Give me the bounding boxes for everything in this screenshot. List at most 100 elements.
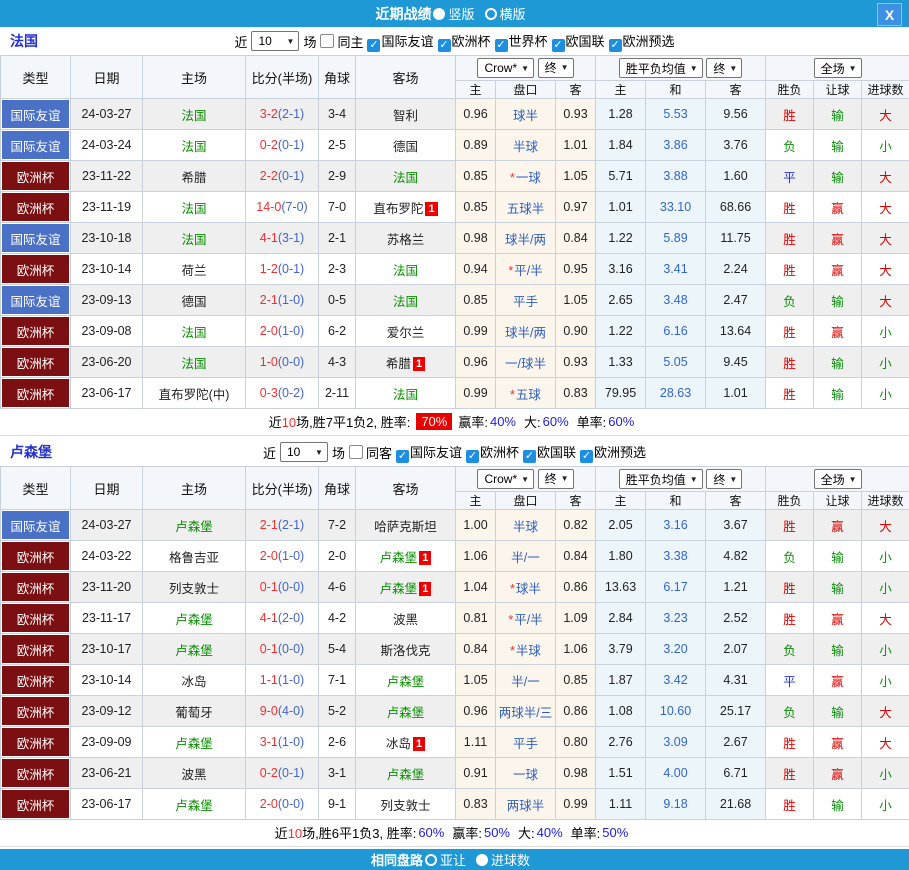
games-count-select[interactable]: 10▼: [251, 31, 299, 51]
handicap-away-odds: 1.01: [556, 130, 596, 161]
away-team[interactable]: 卢森堡: [356, 758, 456, 789]
competition-filter-label[interactable]: 国际友谊: [410, 445, 462, 460]
away-team[interactable]: 斯洛伐克: [356, 634, 456, 665]
close-icon[interactable]: X: [877, 3, 902, 26]
horizontal-layout-radio[interactable]: [485, 8, 497, 20]
bookmaker-select[interactable]: Crow*▼: [477, 58, 534, 78]
result-cell: 胜: [766, 510, 814, 541]
home-team[interactable]: 格鲁吉亚: [143, 541, 246, 572]
away-team[interactable]: 法国: [356, 378, 456, 409]
home-team[interactable]: 卢森堡: [143, 603, 246, 634]
avg-odds-select[interactable]: 胜平负均值▼: [619, 469, 703, 489]
horizontal-layout-label[interactable]: 横版: [500, 4, 526, 23]
match-row: 欧洲杯23-11-22希腊2-2(0-1)2-9法国0.85*一球1.055.7…: [1, 161, 909, 192]
home-team[interactable]: 葡萄牙: [143, 696, 246, 727]
competition-checkbox-icon[interactable]: ✓: [580, 450, 593, 463]
away-team[interactable]: 法国: [356, 285, 456, 316]
asian-handicap-label[interactable]: 亚让: [440, 850, 466, 869]
away-team[interactable]: 直布罗陀1: [356, 192, 456, 223]
home-team[interactable]: 德国: [143, 285, 246, 316]
vertical-layout-label[interactable]: 竖版: [448, 4, 474, 23]
home-team[interactable]: 列支敦士: [143, 572, 246, 603]
competition-filter-label[interactable]: 欧国联: [566, 34, 605, 49]
competition-checkbox-icon[interactable]: ✓: [367, 39, 380, 52]
competition-filter-label[interactable]: 世界杯: [509, 34, 548, 49]
away-team[interactable]: 希腊1: [356, 347, 456, 378]
competition-filter-label[interactable]: 欧洲预选: [623, 34, 675, 49]
home-team[interactable]: 法国: [143, 316, 246, 347]
euro-home-odds: 1.11: [596, 789, 646, 820]
home-team[interactable]: 法国: [143, 130, 246, 161]
away-team[interactable]: 法国: [356, 161, 456, 192]
goals-label[interactable]: 进球数: [491, 850, 530, 869]
home-team[interactable]: 希腊: [143, 161, 246, 192]
home-team[interactable]: 卢森堡: [143, 789, 246, 820]
competition-checkbox-icon[interactable]: ✓: [438, 39, 451, 52]
vertical-layout-radio[interactable]: [433, 8, 445, 20]
same-venue-label[interactable]: 同主: [337, 32, 363, 51]
away-team[interactable]: 智利: [356, 99, 456, 130]
goals-result-cell: 小: [862, 541, 909, 572]
result-cell: 胜: [766, 603, 814, 634]
same-venue-label[interactable]: 同客: [366, 443, 392, 462]
away-team[interactable]: 卢森堡: [356, 665, 456, 696]
competition-filter-label[interactable]: 欧国联: [537, 445, 576, 460]
euro-draw-odds: 6.16: [646, 316, 706, 347]
away-team[interactable]: 冰岛1: [356, 727, 456, 758]
avg-odds-select[interactable]: 胜平负均值▼: [619, 58, 703, 78]
goals-radio[interactable]: [476, 854, 488, 866]
competition-checkbox-icon[interactable]: ✓: [495, 39, 508, 52]
competition-checkbox-icon[interactable]: ✓: [523, 450, 536, 463]
away-team[interactable]: 卢森堡1: [356, 541, 456, 572]
away-team[interactable]: 苏格兰: [356, 223, 456, 254]
home-team[interactable]: 波黑: [143, 758, 246, 789]
match-date: 23-06-20: [71, 347, 143, 378]
home-team[interactable]: 荷兰: [143, 254, 246, 285]
competition-filter-label[interactable]: 国际友谊: [381, 34, 433, 49]
final-select-2[interactable]: 终▼: [706, 58, 742, 78]
competition-filter-label[interactable]: 欧洲杯: [452, 34, 491, 49]
same-venue-checkbox[interactable]: ✓: [320, 34, 334, 48]
goals-result-cell: 大: [862, 192, 909, 223]
home-team[interactable]: 卢森堡: [143, 634, 246, 665]
handicap-line: 两球半/三: [496, 696, 556, 727]
away-team[interactable]: 法国: [356, 254, 456, 285]
away-team[interactable]: 哈萨克斯坦: [356, 510, 456, 541]
away-team[interactable]: 德国: [356, 130, 456, 161]
away-team[interactable]: 卢森堡: [356, 696, 456, 727]
home-team[interactable]: 法国: [143, 347, 246, 378]
away-team[interactable]: 卢森堡1: [356, 572, 456, 603]
scope-select[interactable]: 全场▼: [814, 469, 862, 489]
final-select-2[interactable]: 终▼: [706, 469, 742, 489]
asian-handicap-radio[interactable]: [425, 854, 437, 866]
home-team[interactable]: 直布罗陀(中): [143, 378, 246, 409]
home-team[interactable]: 法国: [143, 99, 246, 130]
same-venue-checkbox[interactable]: ✓: [349, 445, 363, 459]
euro-home-odds: 1.08: [596, 696, 646, 727]
games-count-select[interactable]: 10▼: [280, 442, 328, 462]
handicap-line: 球半/两: [496, 223, 556, 254]
home-team[interactable]: 法国: [143, 223, 246, 254]
competition-checkbox-icon[interactable]: ✓: [466, 450, 479, 463]
competition-checkbox-icon[interactable]: ✓: [552, 39, 565, 52]
bookmaker-select[interactable]: Crow*▼: [477, 469, 534, 489]
competition-filter-label[interactable]: 欧洲杯: [480, 445, 519, 460]
home-team[interactable]: 法国: [143, 192, 246, 223]
final-select-1[interactable]: 终▼: [538, 58, 574, 78]
handicap-group-header: Crow*▼ 终▼: [456, 467, 596, 492]
corner-cell: 9-1: [319, 789, 356, 820]
competition-filter-label[interactable]: 欧洲预选: [594, 445, 646, 460]
col-result: 胜负: [766, 492, 814, 510]
away-team[interactable]: 列支敦士: [356, 789, 456, 820]
home-team[interactable]: 卢森堡: [143, 727, 246, 758]
euro-away-odds: 2.07: [706, 634, 766, 665]
away-team[interactable]: 爱尔兰: [356, 316, 456, 347]
final-select-1[interactable]: 终▼: [538, 469, 574, 489]
scope-select[interactable]: 全场▼: [814, 58, 862, 78]
competition-checkbox-icon[interactable]: ✓: [609, 39, 622, 52]
goals-result-cell: 大: [862, 696, 909, 727]
away-team[interactable]: 波黑: [356, 603, 456, 634]
home-team[interactable]: 冰岛: [143, 665, 246, 696]
competition-checkbox-icon[interactable]: ✓: [396, 450, 409, 463]
home-team[interactable]: 卢森堡: [143, 510, 246, 541]
